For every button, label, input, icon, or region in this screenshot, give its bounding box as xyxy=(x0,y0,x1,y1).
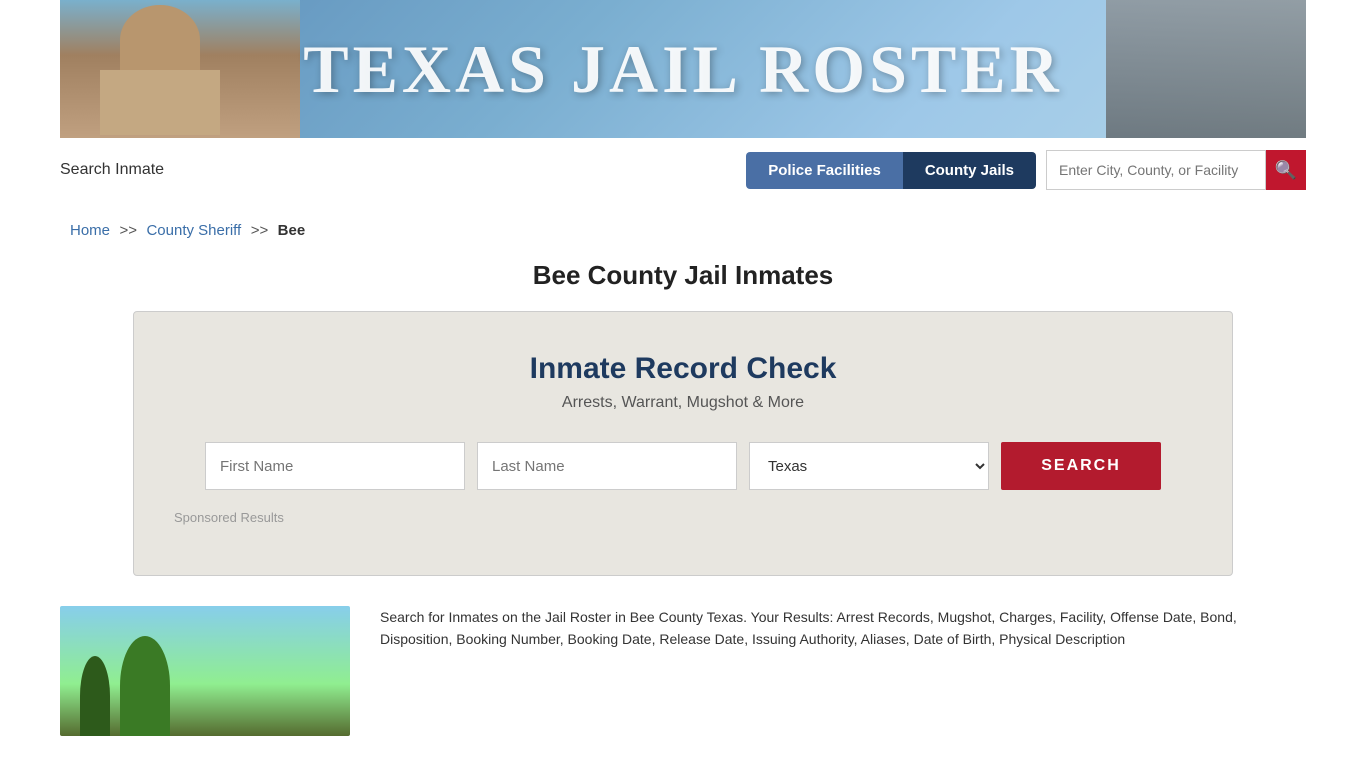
page-title-wrap: Bee County Jail Inmates xyxy=(0,260,1366,291)
breadcrumb-sep-1: >> xyxy=(119,222,137,239)
record-check-box: Inmate Record Check Arrests, Warrant, Mu… xyxy=(133,311,1233,576)
search-inmate-label: Search Inmate xyxy=(60,161,164,179)
breadcrumb-county-sheriff[interactable]: County Sheriff xyxy=(146,222,241,239)
tree-shape-2 xyxy=(120,636,170,736)
last-name-input[interactable] xyxy=(477,442,737,490)
building-body xyxy=(100,70,220,135)
breadcrumb-sep-2: >> xyxy=(251,222,269,239)
tree-shape-1 xyxy=(80,656,110,736)
bottom-description: Search for Inmates on the Jail Roster in… xyxy=(380,606,1306,736)
page-title: Bee County Jail Inmates xyxy=(0,260,1366,291)
facility-search-button[interactable]: 🔍 xyxy=(1266,150,1306,190)
county-image xyxy=(60,606,350,736)
record-check-title: Inmate Record Check xyxy=(174,352,1192,386)
first-name-input[interactable] xyxy=(205,442,465,490)
inmate-search-button[interactable]: SEARCH xyxy=(1001,442,1161,490)
header-banner: Texas Jail Roster xyxy=(60,0,1306,138)
dome-shape xyxy=(120,5,200,75)
facility-search-input[interactable] xyxy=(1046,150,1266,190)
site-title: Texas Jail Roster xyxy=(303,30,1063,109)
search-icon: 🔍 xyxy=(1275,160,1297,181)
record-check-form: AlabamaAlaskaArizonaArkansasCaliforniaCo… xyxy=(174,442,1192,490)
breadcrumb: Home >> County Sheriff >> Bee xyxy=(60,202,1306,250)
sponsored-label: Sponsored Results xyxy=(174,510,1192,525)
nav-search-wrap: 🔍 xyxy=(1046,150,1306,190)
capitol-illustration xyxy=(60,0,300,138)
breadcrumb-current: Bee xyxy=(278,222,306,239)
keys-illustration xyxy=(1106,0,1306,138)
police-facilities-button[interactable]: Police Facilities xyxy=(746,152,903,189)
bottom-section: Search for Inmates on the Jail Roster in… xyxy=(60,606,1306,766)
state-select[interactable]: AlabamaAlaskaArizonaArkansasCaliforniaCo… xyxy=(749,442,989,490)
nav-buttons: Police Facilities County Jails 🔍 xyxy=(746,150,1306,190)
breadcrumb-home[interactable]: Home xyxy=(70,222,110,239)
record-check-subtitle: Arrests, Warrant, Mugshot & More xyxy=(174,394,1192,412)
county-jails-button[interactable]: County Jails xyxy=(903,152,1036,189)
nav-bar: Search Inmate Police Facilities County J… xyxy=(60,138,1306,202)
